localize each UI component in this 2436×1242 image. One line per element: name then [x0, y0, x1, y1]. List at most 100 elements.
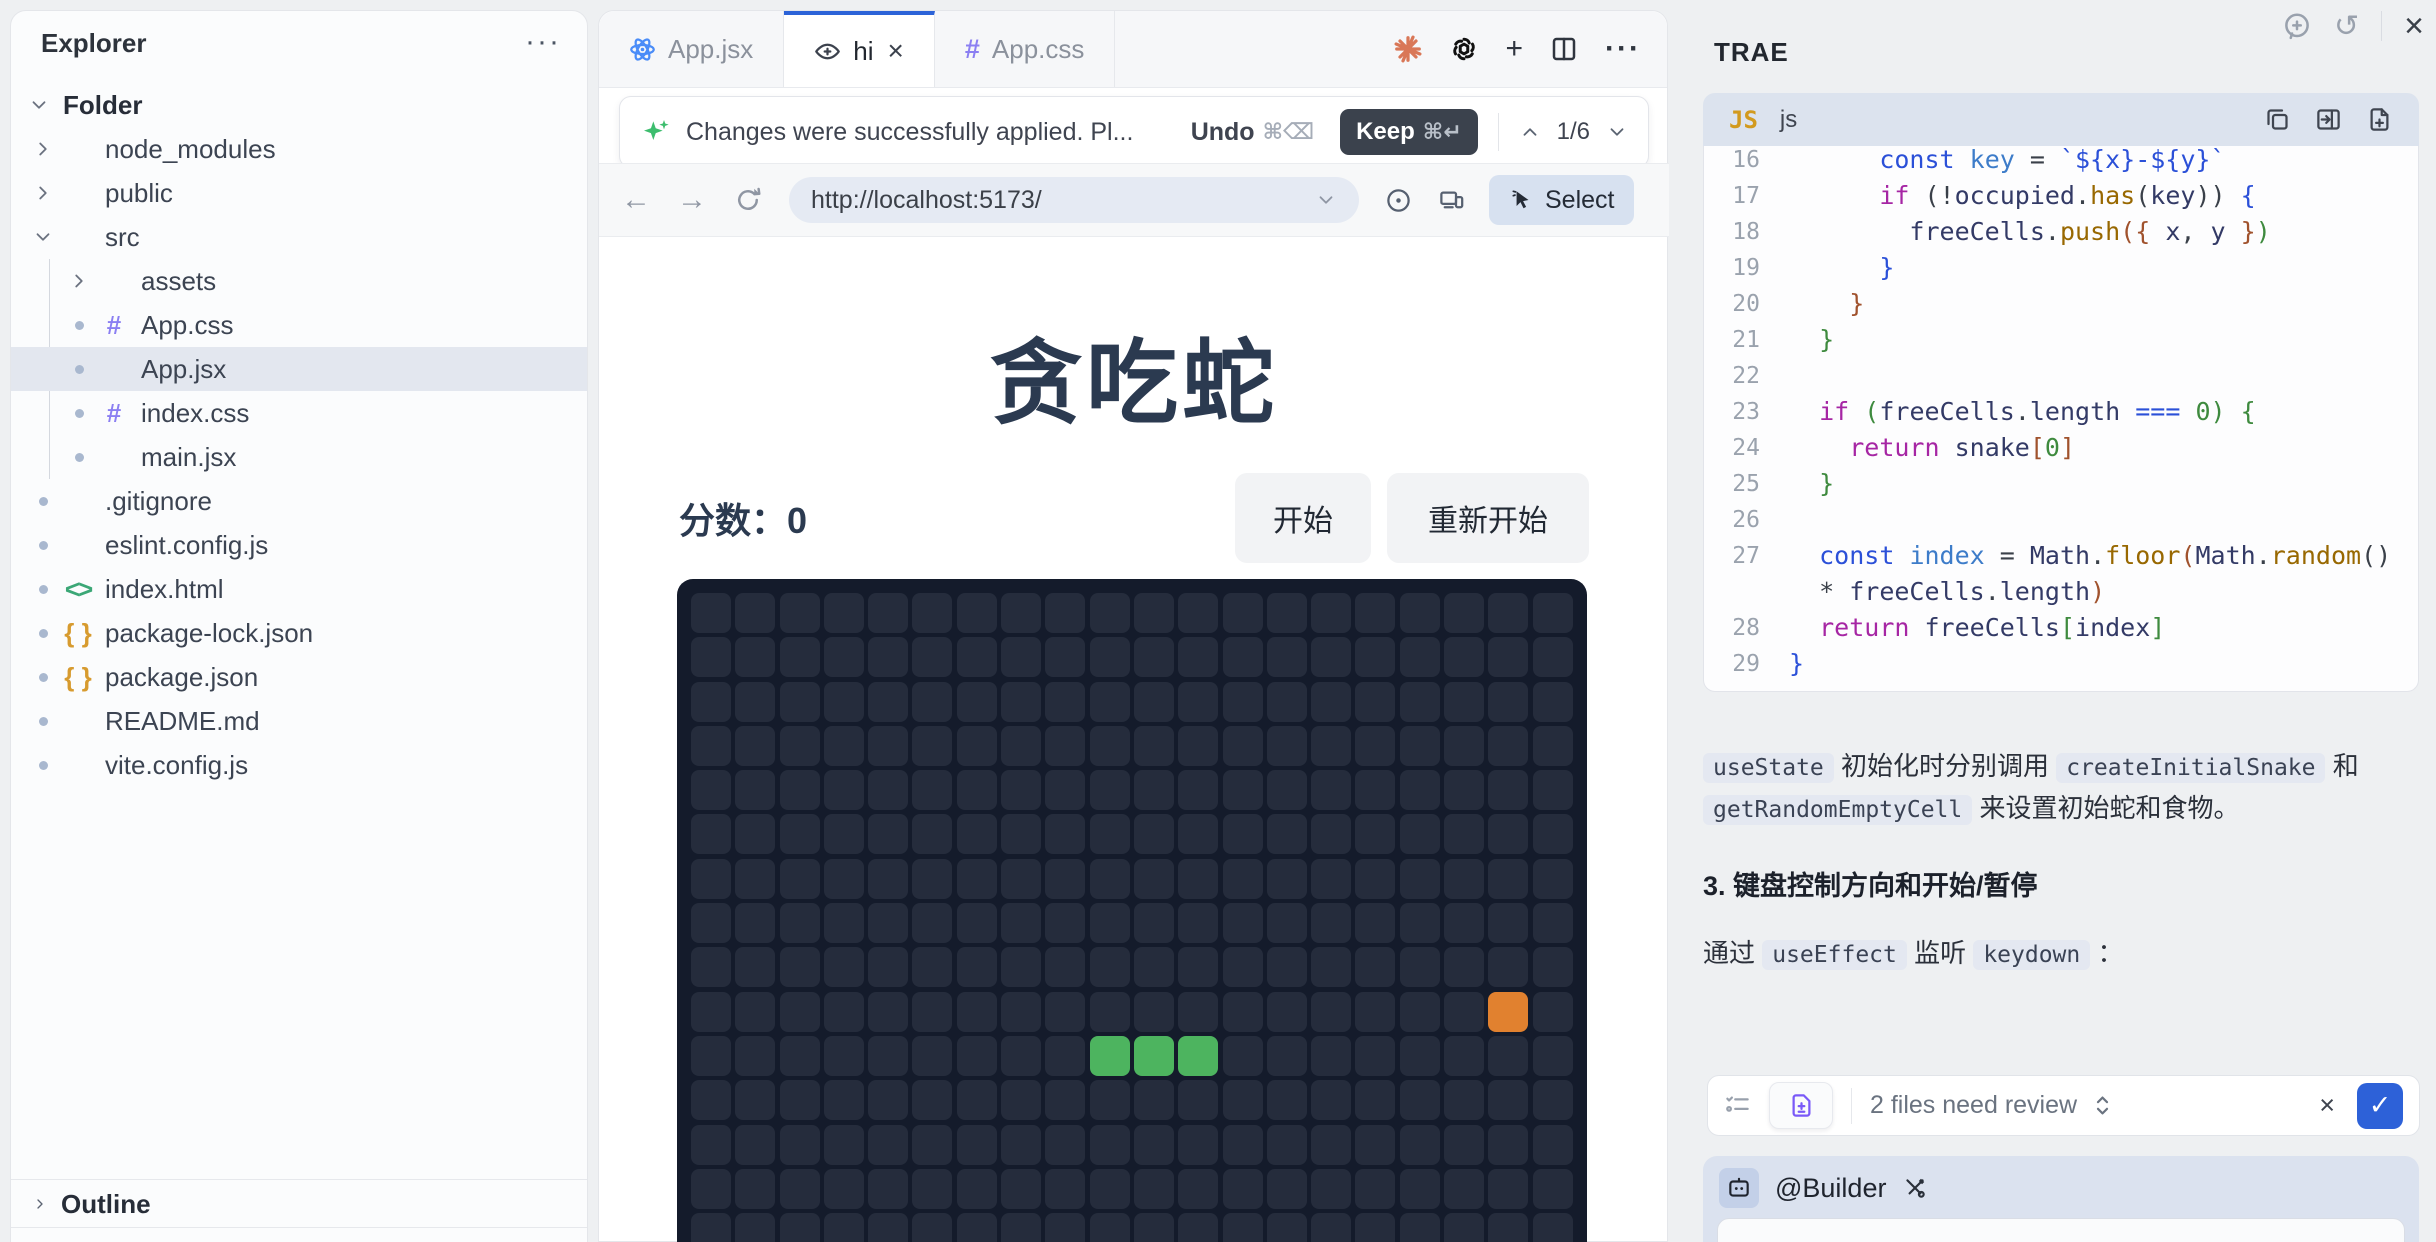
device-preview-button[interactable] [1438, 187, 1465, 214]
explorer-more-menu[interactable]: ··· [525, 25, 561, 59]
board-cell [1533, 859, 1573, 899]
reload-button[interactable] [733, 185, 763, 215]
board-cell [868, 859, 908, 899]
builder-mention[interactable]: @Builder [1775, 1173, 1886, 1204]
previous-change-button[interactable] [1519, 121, 1541, 143]
board-cell [1045, 770, 1085, 810]
copy-code-icon[interactable] [2264, 106, 2291, 133]
review-status-label[interactable]: 2 files need review [1870, 1091, 2077, 1120]
checklist-icon[interactable] [1724, 1092, 1751, 1119]
chev-right-icon[interactable] [29, 138, 57, 160]
chev-down-icon[interactable] [29, 226, 57, 248]
board-cell [957, 814, 997, 854]
board-cell [1223, 682, 1263, 722]
line-number: 23 [1704, 394, 1760, 430]
board-cell [735, 770, 775, 810]
sidebar-item-eslint-config-js[interactable]: eslint.config.js [11, 523, 587, 567]
html-file-icon: <> [61, 574, 95, 605]
select-element-button[interactable]: Select [1489, 175, 1634, 225]
create-file-icon[interactable] [2366, 106, 2393, 133]
sidebar-item-src[interactable]: src [11, 215, 587, 259]
url-dropdown-icon[interactable] [1315, 189, 1337, 211]
code-line: 18 freeCells.push({ x, y }) [1704, 214, 2418, 250]
sidebar-item-readme-md[interactable]: README.md [11, 699, 587, 743]
back-button[interactable]: ← [621, 183, 651, 217]
insert-code-icon[interactable] [2315, 106, 2342, 133]
keep-button[interactable]: Keep ⌘↵ [1340, 109, 1478, 155]
agent-row: @Builder [1719, 1168, 1928, 1208]
code-line: 21 } [1704, 322, 2418, 358]
tab-hi[interactable]: hi× [784, 11, 935, 87]
file-label: App.jsx [141, 354, 226, 385]
dismiss-review-icon[interactable]: × [2319, 1090, 2335, 1121]
board-cell [824, 814, 864, 854]
line-number: 18 [1704, 214, 1760, 250]
tab-app-css[interactable]: #App.css [935, 11, 1116, 87]
hash-file-icon: # [97, 398, 131, 429]
builder-agent-icon[interactable] [1719, 1168, 1759, 1208]
sidebar-item-vite-config-js[interactable]: vite.config.js [11, 743, 587, 787]
board-cell [912, 814, 952, 854]
more-icon[interactable]: ··· [1605, 32, 1641, 66]
board-cell [824, 1125, 864, 1165]
board-cell [912, 903, 952, 943]
history-icon[interactable]: ↺ [2334, 9, 2359, 44]
notification-message: Changes were successfully applied. Pl... [686, 118, 1133, 147]
board-cell [1001, 1169, 1041, 1209]
sidebar-item--gitignore[interactable]: .gitignore [11, 479, 587, 523]
board-cell [868, 770, 908, 810]
sidebar-item-app-jsx[interactable]: App.jsx [11, 347, 587, 391]
inline-code-chip: getRandomEmptyCell [1703, 795, 1972, 825]
url-bar[interactable]: http://localhost:5173/ [789, 177, 1359, 223]
openai-icon[interactable] [1449, 34, 1479, 64]
forward-button[interactable]: → [677, 183, 707, 217]
new-chat-icon[interactable] [2282, 11, 2312, 41]
code-line: 27 const index = Math.floor(Math.random(… [1704, 538, 2418, 574]
sidebar-section-outline[interactable]: Outline [11, 1179, 587, 1228]
restart-button[interactable]: 重新开始 [1387, 473, 1589, 563]
sidebar-item-package-json[interactable]: { }package.json [11, 655, 587, 699]
sidebar-item-app-css[interactable]: #App.css [11, 303, 587, 347]
food-cell [1488, 992, 1528, 1032]
undo-button[interactable]: Undo ⌘⌫ [1191, 118, 1314, 147]
close-panel-icon[interactable]: × [2404, 7, 2424, 46]
sidebar-item-node-modules[interactable]: node_modules [11, 127, 587, 171]
close-tab-icon[interactable]: × [888, 35, 904, 67]
plus-icon[interactable]: + [1505, 32, 1523, 66]
sidebar-item-index-css[interactable]: #index.css [11, 391, 587, 435]
board-cell [1400, 992, 1440, 1032]
code-line: 20 } [1704, 286, 2418, 322]
board-cell [957, 1213, 997, 1242]
claude-icon[interactable] [1393, 34, 1423, 64]
sidebar-item-main-jsx[interactable]: main.jsx [11, 435, 587, 479]
line-number: 24 [1704, 430, 1760, 466]
split-icon[interactable] [1549, 34, 1579, 64]
tab-app-jsx[interactable]: App.jsx [599, 11, 784, 87]
sidebar-item-index-html[interactable]: <>index.html [11, 567, 587, 611]
accept-all-button[interactable]: ✓ [2357, 1083, 2403, 1129]
tools-icon[interactable] [1902, 1175, 1928, 1201]
sidebar-section-timeline[interactable]: Timeline [11, 1227, 587, 1242]
chev-right-icon[interactable] [65, 270, 93, 292]
code-line: * freeCells.length) [1704, 574, 2418, 610]
sidebar-item-package-lock-json[interactable]: { }package-lock.json [11, 611, 587, 655]
sidebar-item-folder[interactable]: Folder [11, 83, 587, 127]
chev-down-icon[interactable] [25, 94, 53, 116]
line-number: 19 [1704, 250, 1760, 286]
chat-input[interactable] [1717, 1218, 2405, 1242]
sidebar-item-assets[interactable]: assets [11, 259, 587, 303]
open-in-browser-button[interactable] [1385, 187, 1412, 214]
board-cell [1444, 1125, 1484, 1165]
chev-right-icon[interactable] [29, 182, 57, 204]
board-cell [1400, 637, 1440, 677]
line-number: 26 [1704, 502, 1760, 538]
code-line: 23 if (freeCells.length === 0) { [1704, 394, 2418, 430]
file-label: vite.config.js [105, 750, 248, 781]
board-cell [1533, 593, 1573, 633]
sort-arrows-icon[interactable] [2089, 1092, 2116, 1119]
board-cell [735, 637, 775, 677]
next-change-button[interactable] [1606, 121, 1628, 143]
sidebar-item-public[interactable]: public [11, 171, 587, 215]
file-diff-button[interactable] [1769, 1082, 1833, 1129]
start-button[interactable]: 开始 [1235, 473, 1371, 563]
